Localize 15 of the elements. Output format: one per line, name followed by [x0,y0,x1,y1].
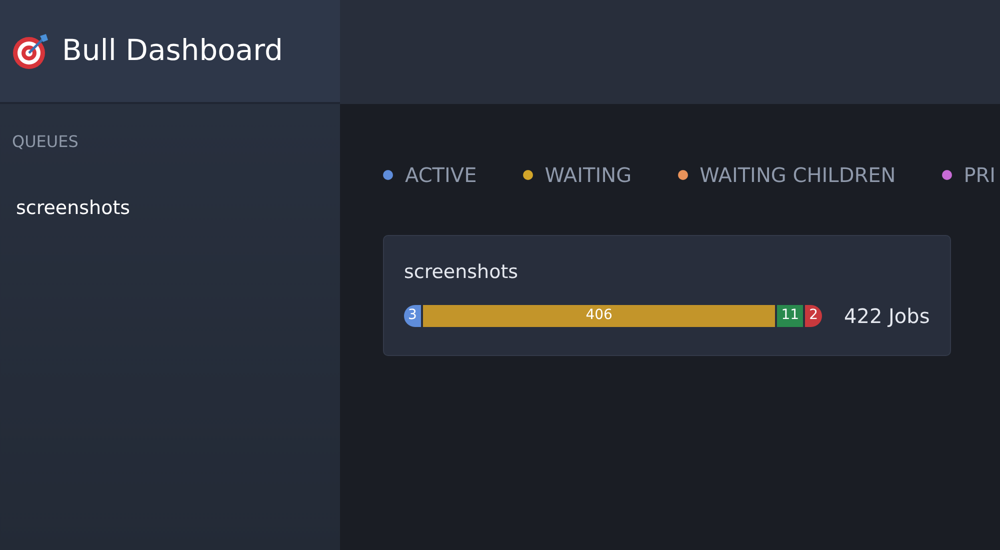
queue-card[interactable]: screenshots 3 406 11 2 422 Jobs [383,235,951,356]
bar-segment: 3 [404,304,421,326]
legend-label: PRI [964,162,996,189]
app-title: Bull Dashboard [62,32,283,70]
legend-label: WAITING [544,162,632,189]
bar-segment: 406 [422,304,776,326]
legend-label: ACTIVE [405,162,477,189]
target-icon [12,32,50,70]
legend-label: WAITING CHILDREN [700,162,896,189]
queue-name: screenshots [404,260,520,285]
bar-segment: 11 [777,304,804,326]
sidebar-item[interactable]: screenshots [0,154,340,222]
job-count: 422 Jobs [844,302,930,330]
sidebar-heading: QUEUES [11,131,80,153]
bar-segment: 2 [805,304,822,326]
